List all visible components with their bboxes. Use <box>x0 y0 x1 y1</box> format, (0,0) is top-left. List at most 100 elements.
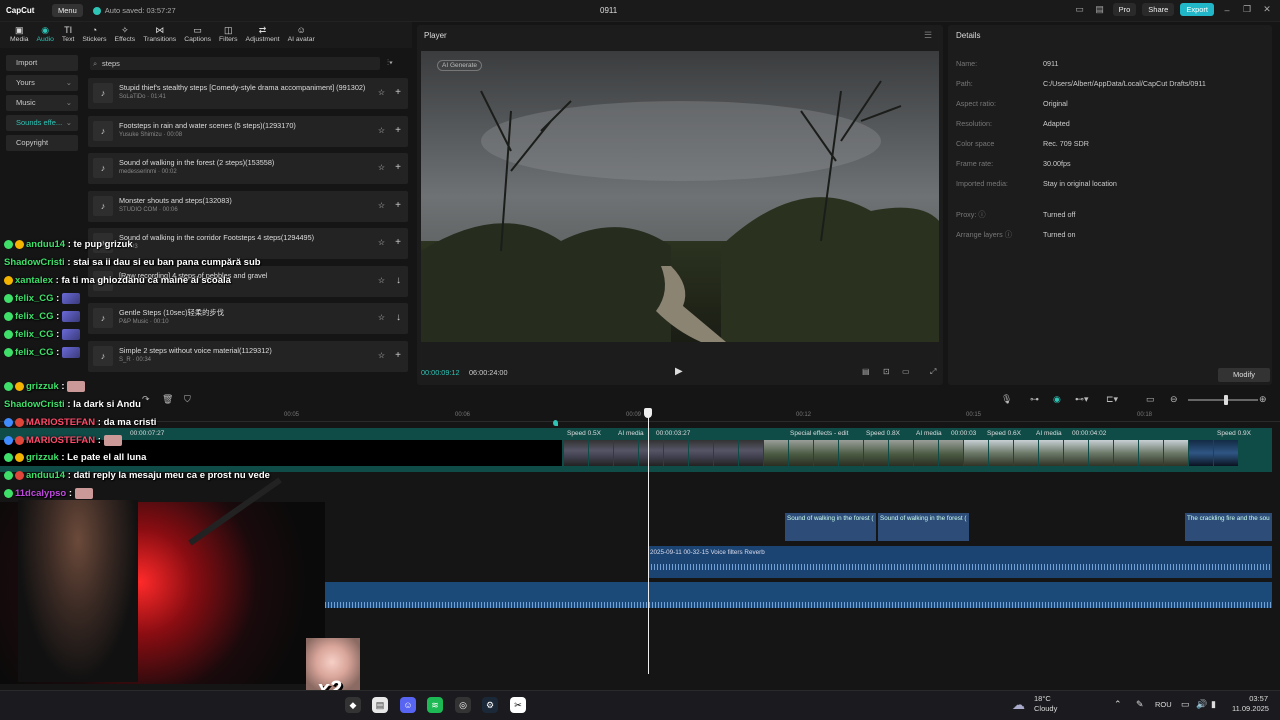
app-icon-generic[interactable]: ◆ <box>345 697 361 713</box>
favorite-icon[interactable]: ☆ <box>378 238 385 247</box>
link-icon[interactable]: ⊶ <box>1030 394 1039 405</box>
fullscreen-icon[interactable]: ⤢ <box>930 367 936 377</box>
download-icon[interactable]: ↓ <box>396 275 401 286</box>
delete-icon[interactable]: 🗑 <box>162 394 173 405</box>
layout-icon[interactable]: ▭ <box>1073 4 1087 15</box>
zoom-slider[interactable] <box>1188 399 1258 401</box>
steam-icon[interactable]: ⚙ <box>482 697 498 713</box>
discord-icon[interactable]: ☺ <box>400 697 416 713</box>
add-icon[interactable]: + <box>395 350 401 361</box>
playhead[interactable] <box>648 410 649 674</box>
battery-icon[interactable]: ▮ <box>1211 699 1216 710</box>
add-icon[interactable]: + <box>395 125 401 136</box>
tab-adjustment[interactable]: ⇄ Adjustment <box>242 22 284 48</box>
app-icon-notepad[interactable]: ▤ <box>372 697 388 713</box>
chat-message: felix_CG : <box>4 311 80 322</box>
preview-axis-icon[interactable]: ⊏▾ <box>1106 394 1118 405</box>
zoom-slider-handle[interactable] <box>1224 395 1228 405</box>
list-item[interactable]: ♪ Sound of walking in the corridor Footst… <box>88 228 408 259</box>
sidebar-item-copyright[interactable]: Copyright <box>6 135 78 151</box>
tab-filters[interactable]: ◫ Filters <box>215 22 242 48</box>
obs-icon[interactable]: ◎ <box>455 697 471 713</box>
magnet-icon[interactable]: ◉ <box>1053 394 1061 405</box>
ratio-icon[interactable]: ▭ <box>902 367 910 376</box>
favorite-icon[interactable]: ☆ <box>378 351 385 360</box>
list-item[interactable]: ♪ Footsteps in rain and water scenes (5 s… <box>88 115 408 147</box>
share-button[interactable]: Share <box>1142 3 1175 16</box>
shield-icon[interactable]: ⛉ <box>184 394 191 405</box>
monitor-icon[interactable]: ▭ <box>1181 699 1190 710</box>
export-button[interactable]: Export <box>1180 3 1214 16</box>
tab-ai-avatar[interactable]: ☺ AI avatar <box>284 22 319 48</box>
sidebar-item-yours[interactable]: Yours ⌄ <box>6 75 78 91</box>
playhead-handle[interactable] <box>644 408 652 418</box>
list-item[interactable]: ♪ Gentle Steps (10sec)轻柔的步伐 P&P Music · 00… <box>88 303 408 334</box>
tab-effects[interactable]: ✧ Effects <box>111 22 140 48</box>
speaker-icon[interactable]: 🔊 <box>1196 699 1207 710</box>
favorite-icon[interactable]: ☆ <box>378 163 385 172</box>
pro-button[interactable]: Pro <box>1112 3 1137 16</box>
add-icon[interactable]: + <box>395 200 401 211</box>
clip-thumbnail <box>764 440 788 466</box>
list-item[interactable]: ♪ Stupid thief's stealthy steps [Comedy-s… <box>88 78 408 109</box>
crop-icon[interactable]: ⊡ <box>883 367 890 376</box>
spotify-icon[interactable]: ≋ <box>427 697 443 713</box>
chat-user: MARIOSTEFAN <box>26 435 96 447</box>
list-item[interactable]: ♪ Monster shouts and steps(132083) STUDIO … <box>88 190 408 222</box>
sfx-clip[interactable]: The crackling fire and the sou <box>1185 513 1272 541</box>
quality-icon[interactable]: ▤ <box>862 367 870 376</box>
add-icon[interactable]: + <box>395 237 401 248</box>
minimize-icon[interactable]: – <box>1220 5 1234 15</box>
list-item[interactable]: ♪ Simple 2 steps without voice material(1… <box>88 340 408 372</box>
timeline-marker[interactable] <box>553 420 558 426</box>
tab-media[interactable]: ▣ Media <box>6 22 33 48</box>
sfx-clip[interactable]: Sound of walking in the forest ( <box>785 513 876 541</box>
tab-text[interactable]: TI Text <box>58 22 78 48</box>
restore-icon[interactable]: ❐ <box>1240 4 1254 15</box>
favorite-icon[interactable]: ☆ <box>378 276 385 285</box>
play-button[interactable]: ▶ <box>675 366 683 377</box>
weather-widget[interactable]: 18°C Cloudy <box>1034 694 1057 714</box>
title-bar: CapCut Menu Auto saved: 03:57:27 0911 ▭ … <box>0 0 1280 22</box>
tab-transitions[interactable]: ⋈ Transitions <box>139 22 180 48</box>
modify-button[interactable]: Modify <box>1218 368 1270 382</box>
tab-audio[interactable]: ◉ Audio <box>33 22 58 48</box>
menu-icon[interactable]: ☰ <box>924 30 932 41</box>
video-preview[interactable] <box>421 51 939 342</box>
list-item[interactable]: ♪ Sound of walking in the forest (2 steps… <box>88 153 408 184</box>
main-video-track[interactable]: 00:00:07:27 Speed 0.5X AI media 00:00:03… <box>0 428 1272 472</box>
chat-user: grizzuk <box>26 452 59 463</box>
favorite-icon[interactable]: ☆ <box>378 88 385 97</box>
clock[interactable]: 03:57 11.09.2025 <box>1232 694 1269 714</box>
pen-icon[interactable]: ✎ <box>1136 699 1144 710</box>
zoom-out-icon[interactable]: ⊖ <box>1170 394 1178 405</box>
sidebar-item-music[interactable]: Music ⌄ <box>6 95 78 111</box>
zoom-in-icon[interactable]: ⊕ <box>1259 394 1267 405</box>
microphone-icon[interactable]: 🎙 <box>1001 394 1012 405</box>
thumbnail-icon[interactable]: ▭ <box>1146 394 1155 405</box>
favorite-icon[interactable]: ☆ <box>378 126 385 135</box>
download-icon[interactable]: ↓ <box>396 312 401 323</box>
tab-captions[interactable]: ▭ Captions <box>180 22 215 48</box>
ai-generate-button[interactable]: AI Generate <box>437 60 483 71</box>
search-input[interactable]: ⌕ steps <box>90 57 380 70</box>
filter-icon[interactable]: ⫶▾ <box>387 58 393 68</box>
close-icon[interactable]: ✕ <box>1260 4 1274 15</box>
favorite-icon[interactable]: ☆ <box>378 201 385 210</box>
sidebar-item-import[interactable]: Import <box>6 55 78 71</box>
language-indicator[interactable]: ROU <box>1155 700 1172 709</box>
chat-text: : Le pate el all luna <box>58 452 147 463</box>
sfx-clip[interactable]: Sound of walking in the forest ( <box>878 513 969 541</box>
shortcuts-icon[interactable]: ▤ <box>1093 4 1107 15</box>
chevron-up-icon[interactable]: ⌃ <box>1114 699 1122 710</box>
snap-icon[interactable]: ⊷▾ <box>1075 394 1089 405</box>
capcut-icon[interactable]: ✂ <box>510 697 526 713</box>
menu-button[interactable]: Menu <box>52 4 83 17</box>
add-icon[interactable]: + <box>395 87 401 98</box>
favorite-icon[interactable]: ☆ <box>378 313 385 322</box>
music-track[interactable] <box>325 582 1272 608</box>
add-icon[interactable]: + <box>395 162 401 173</box>
sidebar-item-sounds[interactable]: Sounds effe... ⌄ <box>6 115 78 131</box>
redo-icon[interactable]: ↷ <box>142 394 150 405</box>
tab-stickers[interactable]: ◔ Stickers <box>78 22 110 48</box>
